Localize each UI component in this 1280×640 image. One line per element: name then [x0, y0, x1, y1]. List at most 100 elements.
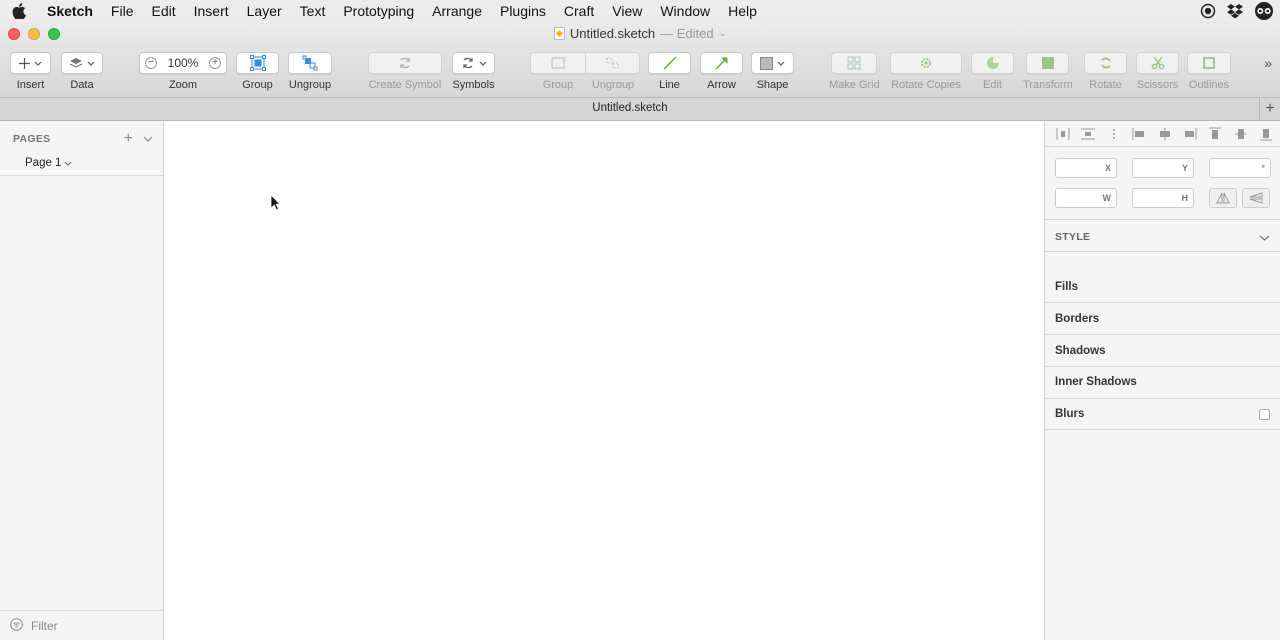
- symbols-button[interactable]: [452, 52, 495, 74]
- y-position-input[interactable]: Y: [1132, 158, 1194, 178]
- blurs-section[interactable]: Blurs: [1055, 404, 1270, 424]
- collapse-pages-chevron-icon[interactable]: [143, 134, 153, 145]
- menu-file[interactable]: File: [102, 0, 143, 22]
- distribute-vertical-icon[interactable]: [1080, 127, 1096, 141]
- line-button[interactable]: [648, 52, 691, 74]
- distribute-horizontal-icon[interactable]: [1055, 127, 1071, 141]
- make-grid-tool[interactable]: Make Grid: [829, 52, 880, 91]
- data-tool[interactable]: Data: [61, 52, 103, 91]
- document-tab[interactable]: Untitled.sketch: [0, 102, 1260, 114]
- inner-shadows-section[interactable]: Inner Shadows: [1055, 372, 1270, 392]
- outlines-tool[interactable]: Outlines: [1187, 52, 1231, 91]
- menu-layer[interactable]: Layer: [238, 0, 291, 22]
- group-label: Group: [242, 79, 273, 91]
- ungroup-tool[interactable]: Ungroup: [288, 52, 332, 91]
- scissors-tool[interactable]: Scissors: [1136, 52, 1179, 91]
- line-tool[interactable]: Line: [648, 52, 691, 91]
- menu-arrange[interactable]: Arrange: [423, 0, 491, 22]
- menu-plugins[interactable]: Plugins: [491, 0, 555, 22]
- insert-tool[interactable]: Insert: [10, 52, 51, 91]
- blurs-checkbox[interactable]: [1259, 408, 1270, 420]
- symbols-tool[interactable]: Symbols: [452, 52, 495, 91]
- group-disabled-tool[interactable]: Group: [530, 52, 586, 91]
- ungroup-disabled-button[interactable]: [586, 52, 640, 74]
- filter-bar[interactable]: Filter: [0, 610, 163, 640]
- outlines-label: Outlines: [1188, 79, 1230, 91]
- edited-status: — Edited: [660, 26, 714, 41]
- menu-window[interactable]: Window: [651, 0, 719, 22]
- blurs-divider: [1045, 429, 1280, 430]
- width-input[interactable]: W: [1055, 188, 1117, 208]
- page-item[interactable]: Page 1: [25, 157, 72, 169]
- flip-horizontal-button[interactable]: [1209, 188, 1237, 208]
- window-title[interactable]: Untitled.sketch — Edited ⌄: [0, 26, 1280, 41]
- flip-vertical-button[interactable]: [1242, 188, 1270, 208]
- zoom-in-button[interactable]: +: [208, 57, 221, 69]
- align-center-horizontal-icon[interactable]: [1157, 127, 1173, 141]
- outlines-icon: [1203, 57, 1215, 69]
- shadows-label: Shadows: [1055, 345, 1106, 357]
- rotate-copies-button[interactable]: [890, 52, 962, 74]
- outlines-button[interactable]: [1187, 52, 1231, 74]
- arrow-tool[interactable]: Arrow: [700, 52, 743, 91]
- grid-icon: [847, 56, 861, 70]
- menu-edit[interactable]: Edit: [142, 0, 184, 22]
- toolbar-overflow-chevron-icon[interactable]: »: [1264, 55, 1272, 71]
- menu-craft[interactable]: Craft: [555, 0, 603, 22]
- scissors-button[interactable]: [1136, 52, 1179, 74]
- rotate-copies-tool[interactable]: Rotate Copies: [890, 52, 962, 91]
- x-position-input[interactable]: X: [1055, 158, 1117, 178]
- group-tool[interactable]: Group: [236, 52, 279, 91]
- style-header[interactable]: STYLE: [1055, 229, 1270, 244]
- align-left-icon[interactable]: [1131, 127, 1147, 141]
- ungroup-button[interactable]: [288, 52, 332, 74]
- menu-help[interactable]: Help: [719, 0, 766, 22]
- filter-input[interactable]: Filter: [31, 619, 58, 633]
- shape-button[interactable]: [751, 52, 794, 74]
- align-top-icon[interactable]: [1207, 127, 1223, 141]
- align-bottom-icon[interactable]: [1258, 127, 1274, 141]
- menu-view[interactable]: View: [603, 0, 651, 22]
- rotate-tool[interactable]: Rotate: [1084, 52, 1127, 91]
- edit-tool[interactable]: Edit: [971, 52, 1014, 91]
- mouse-pointer-icon: [270, 194, 281, 211]
- height-input[interactable]: H: [1132, 188, 1194, 208]
- edit-button[interactable]: [971, 52, 1014, 74]
- rotation-input[interactable]: °: [1209, 158, 1271, 178]
- add-page-icon[interactable]: +: [124, 131, 133, 147]
- borders-section[interactable]: Borders: [1055, 309, 1270, 329]
- arrow-button[interactable]: [700, 52, 743, 74]
- menu-insert[interactable]: Insert: [185, 0, 238, 22]
- insert-button[interactable]: [10, 52, 51, 74]
- create-symbol-tool[interactable]: Create Symbol: [368, 52, 442, 91]
- canvas[interactable]: [165, 121, 1044, 640]
- zoom-out-button[interactable]: −: [145, 57, 157, 69]
- rotate-button[interactable]: [1084, 52, 1127, 74]
- style-chevron-down-icon[interactable]: [1259, 229, 1270, 244]
- data-button[interactable]: [61, 52, 103, 74]
- group-disabled-button[interactable]: [530, 52, 586, 74]
- dropbox-icon[interactable]: [1226, 3, 1244, 19]
- rotate-label: Rotate: [1089, 79, 1122, 91]
- make-grid-button[interactable]: [831, 52, 878, 74]
- create-symbol-button[interactable]: [368, 52, 442, 74]
- group-button[interactable]: [236, 52, 279, 74]
- h-label: H: [1181, 193, 1189, 203]
- fills-section[interactable]: Fills: [1055, 277, 1270, 297]
- owl-icon[interactable]: [1254, 2, 1274, 20]
- transform-tool[interactable]: Transform: [1023, 52, 1073, 91]
- menu-app-sketch[interactable]: Sketch: [38, 0, 102, 22]
- menu-prototyping[interactable]: Prototyping: [334, 0, 423, 22]
- shape-tool[interactable]: Shape: [751, 52, 794, 91]
- ungroup-disabled-tool[interactable]: Ungroup: [586, 52, 640, 91]
- more-options-icon[interactable]: [1106, 127, 1122, 141]
- alignment-divider: [1045, 146, 1280, 147]
- transform-button[interactable]: [1026, 52, 1070, 74]
- add-tab-button[interactable]: +: [1259, 98, 1280, 120]
- align-right-icon[interactable]: [1182, 127, 1198, 141]
- menu-text[interactable]: Text: [291, 0, 335, 22]
- align-middle-vertical-icon[interactable]: [1233, 127, 1249, 141]
- shadows-section[interactable]: Shadows: [1055, 341, 1270, 361]
- record-icon[interactable]: [1200, 3, 1216, 19]
- apple-icon[interactable]: [0, 3, 38, 19]
